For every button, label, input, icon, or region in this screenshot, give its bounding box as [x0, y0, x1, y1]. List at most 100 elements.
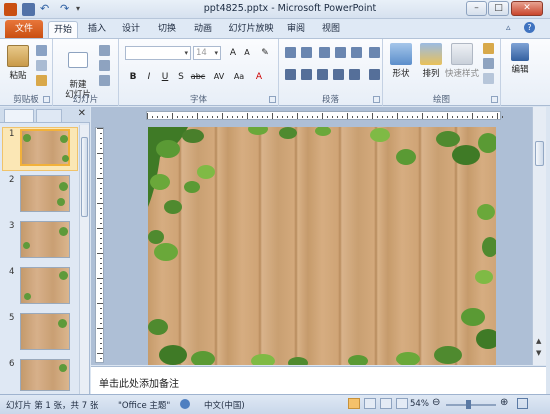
- spelling-icon[interactable]: [180, 399, 190, 409]
- slide-thumbnail-6[interactable]: [20, 359, 70, 391]
- tab-home[interactable]: 开始: [48, 21, 78, 38]
- font-color-button[interactable]: A: [253, 71, 265, 83]
- editor-vertical-scrollbar[interactable]: ▲ ▼: [532, 107, 546, 365]
- slide-thumbnail-2[interactable]: [20, 175, 70, 212]
- zoom-slider[interactable]: [446, 404, 496, 406]
- font-launcher-icon[interactable]: [269, 96, 276, 103]
- normal-view-icon[interactable]: [348, 398, 360, 409]
- justify-icon[interactable]: [333, 69, 344, 80]
- layout-icon[interactable]: [99, 45, 110, 56]
- fit-to-window-icon[interactable]: [517, 398, 528, 409]
- minimize-ribbon-icon[interactable]: ▵: [506, 23, 511, 33]
- increase-indent-icon[interactable]: [335, 47, 346, 58]
- shape-outline-icon[interactable]: [483, 58, 494, 69]
- decrease-indent-icon[interactable]: [319, 47, 330, 58]
- language-status[interactable]: 中文(中国): [204, 399, 245, 411]
- minimize-button[interactable]: –: [466, 1, 487, 16]
- save-icon[interactable]: [22, 3, 35, 16]
- clipboard-launcher-icon[interactable]: [43, 96, 50, 103]
- font-size-combo[interactable]: 14 ▾: [193, 46, 221, 60]
- align-center-icon[interactable]: [301, 69, 312, 80]
- help-icon[interactable]: ?: [524, 22, 535, 33]
- underline-button[interactable]: U: [159, 71, 171, 83]
- tab-outline-pane[interactable]: [36, 109, 62, 122]
- italic-button[interactable]: I: [143, 71, 155, 83]
- close-button[interactable]: ✕: [511, 1, 543, 16]
- zoom-in-icon[interactable]: ⊕: [500, 397, 508, 408]
- next-slide-icon[interactable]: ▼: [536, 349, 541, 357]
- tab-transitions[interactable]: 切换: [154, 21, 180, 38]
- font-name-combo[interactable]: ▾: [125, 46, 191, 60]
- slide-thumbnail-5[interactable]: [20, 313, 70, 350]
- bold-button[interactable]: B: [127, 71, 139, 83]
- shapes-icon: [390, 43, 412, 65]
- tab-view[interactable]: 视图: [318, 21, 344, 38]
- editor-scroll-thumb[interactable]: [535, 141, 544, 166]
- new-slide-button[interactable]: 新建 幻灯片: [63, 42, 93, 100]
- ruler-tick: [227, 116, 228, 118]
- previous-slide-icon[interactable]: ▲: [536, 337, 541, 345]
- reading-view-icon[interactable]: [380, 398, 392, 409]
- shape-fill-icon[interactable]: [483, 43, 494, 54]
- char-spacing-button[interactable]: AV: [211, 71, 227, 83]
- ruler-tick: [287, 116, 288, 118]
- zoom-slider-thumb[interactable]: [466, 400, 471, 409]
- tab-slideshow[interactable]: 幻灯片放映: [226, 21, 276, 38]
- text-direction-icon[interactable]: [369, 47, 380, 58]
- arrange-button[interactable]: 排列: [417, 43, 445, 79]
- numbering-icon[interactable]: [301, 47, 312, 58]
- slides-pane-scrollbar[interactable]: [79, 125, 89, 394]
- slides-pane-scroll-thumb[interactable]: [81, 137, 88, 217]
- shape-effects-icon[interactable]: [483, 73, 494, 84]
- align-text-icon[interactable]: [369, 69, 380, 80]
- change-case-button[interactable]: Aa: [231, 71, 247, 83]
- align-right-icon[interactable]: [317, 69, 328, 80]
- quick-styles-button[interactable]: 快速样式: [445, 43, 479, 79]
- tab-review[interactable]: 审阅: [283, 21, 309, 38]
- section-icon[interactable]: [99, 75, 110, 86]
- tab-file[interactable]: 文件: [5, 20, 43, 38]
- shapes-button[interactable]: 形状: [387, 43, 415, 79]
- slideshow-view-icon[interactable]: [396, 398, 408, 409]
- tab-design[interactable]: 设计: [118, 21, 144, 38]
- align-left-icon[interactable]: [285, 69, 296, 80]
- text-shadow-button[interactable]: S: [175, 71, 187, 83]
- line-spacing-icon[interactable]: [351, 47, 362, 58]
- notes-placeholder[interactable]: 单击此处添加备注: [99, 375, 179, 390]
- customize-qat-icon[interactable]: ▾: [76, 3, 89, 16]
- copy-icon[interactable]: [36, 60, 47, 71]
- undo-icon[interactable]: ↶: [40, 3, 53, 16]
- shrink-font-button[interactable]: A: [241, 47, 253, 59]
- slide-canvas[interactable]: [148, 127, 496, 365]
- zoom-level[interactable]: 54%: [410, 399, 429, 409]
- format-painter-icon[interactable]: [36, 75, 47, 86]
- tab-insert[interactable]: 插入: [84, 21, 110, 38]
- grow-font-button[interactable]: A: [227, 47, 239, 59]
- slide-thumbnail-1[interactable]: [20, 129, 70, 166]
- bullets-icon[interactable]: [285, 47, 296, 58]
- slide-thumbnail-4[interactable]: [20, 267, 70, 304]
- theme-status: "Office 主题": [118, 401, 171, 411]
- edit-button[interactable]: 编辑: [506, 43, 534, 75]
- zoom-out-icon[interactable]: ⊖: [432, 397, 440, 408]
- columns-icon[interactable]: [349, 69, 360, 80]
- notes-pane[interactable]: 单击此处添加备注: [91, 366, 546, 394]
- tab-slides-pane[interactable]: [4, 109, 34, 122]
- drawing-launcher-icon[interactable]: [491, 96, 498, 103]
- cut-icon[interactable]: [36, 45, 47, 56]
- tab-animations[interactable]: 动画: [190, 21, 216, 38]
- ruler-tick: [100, 168, 102, 169]
- slide-thumbnail-3[interactable]: [20, 221, 70, 258]
- ruler-tick: [347, 113, 348, 119]
- ruler-tick: [100, 193, 102, 194]
- slide-sorter-view-icon[interactable]: [364, 398, 376, 409]
- maximize-button[interactable]: □: [488, 1, 509, 16]
- paragraph-launcher-icon[interactable]: [373, 96, 380, 103]
- strikethrough-button[interactable]: abc: [189, 71, 207, 83]
- redo-icon[interactable]: ↷: [60, 3, 73, 16]
- reset-icon[interactable]: [99, 60, 110, 71]
- clear-format-button[interactable]: ✎: [259, 47, 271, 59]
- pane-close-icon[interactable]: ✕: [78, 108, 86, 119]
- ruler-tick: [217, 116, 218, 118]
- paste-button[interactable]: 粘贴: [4, 45, 32, 81]
